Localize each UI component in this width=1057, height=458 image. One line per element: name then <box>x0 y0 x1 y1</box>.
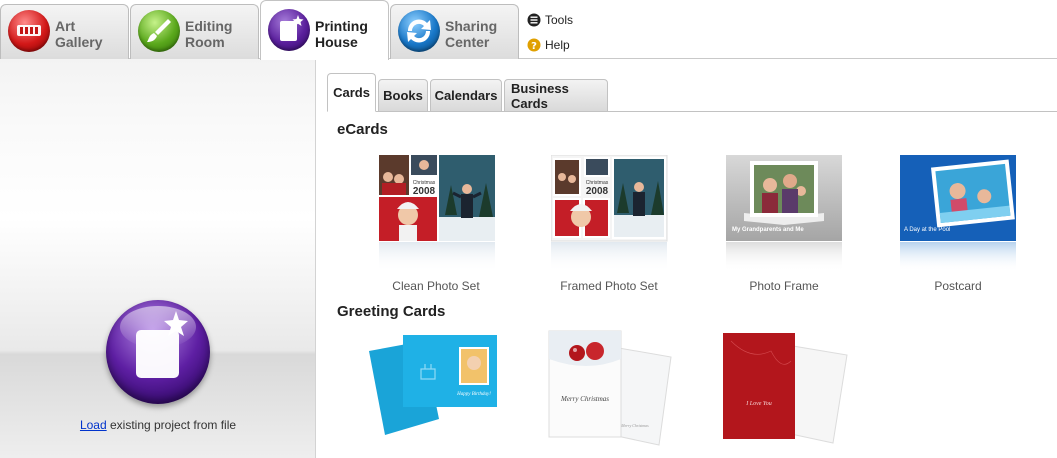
thumb-year-text: 2008 <box>413 186 436 197</box>
caption-clean-photo-set: Clean Photo Set <box>392 279 480 293</box>
thumb-merry-christmas-inside-text: Merry Christmas <box>620 423 649 428</box>
svg-text:?: ? <box>531 41 537 52</box>
postcard-thumbnail: A Day at the Pool <box>900 155 1016 272</box>
sharing-arrows-icon <box>398 10 440 52</box>
tab-business-cards[interactable]: Business Cards <box>504 79 608 112</box>
greeting-card-love[interactable]: I Love You <box>721 331 851 452</box>
thumb-year-text-2: 2008 <box>586 186 609 197</box>
load-project-rest: existing project from file <box>106 418 237 432</box>
tools-label: Tools <box>545 13 574 27</box>
main-content: Cards Books Calendars Business Cards eCa… <box>327 59 1057 458</box>
caption-postcard: Postcard <box>934 279 982 293</box>
printing-house-icon <box>268 9 310 51</box>
framed-photo-set-thumbnail: Christmas 2008 <box>550 154 668 272</box>
section-title-ecards: eCards <box>337 121 388 138</box>
ecard-clean-photo-set[interactable]: Christmas 2008 <box>379 155 497 278</box>
tools-list-icon <box>527 13 541 27</box>
printing-house-large-icon <box>106 300 210 404</box>
ecard-postcard[interactable]: A Day at the Pool <box>900 155 1018 278</box>
thumb-grandparents-text: My Grandparents and Me <box>732 227 804 233</box>
load-project-link[interactable]: Load <box>80 418 107 432</box>
paintbrush-icon <box>138 10 180 52</box>
tab-printing-house-label: Printing House <box>315 18 368 50</box>
thumb-merry-christmas-text: Merry Christmas <box>560 395 609 403</box>
greeting-card-christmas[interactable]: Merry Christmas Merry Christmas <box>547 329 677 452</box>
love-card-thumbnail: I Love You <box>723 333 848 444</box>
ecard-photo-frame[interactable]: My Grandparents and Me <box>726 155 844 278</box>
tab-editing-room[interactable]: Editing Room <box>130 4 259 59</box>
help-link[interactable]: ? Help <box>527 37 570 53</box>
photo-frame-thumbnail: My Grandparents and Me <box>726 155 842 272</box>
tab-sharing-center-label: Sharing Center <box>445 18 498 50</box>
sub-tab-bar: Cards Books Calendars Business Cards <box>327 73 1057 112</box>
birthday-card-thumbnail: Happy Birthday! <box>369 335 497 435</box>
load-project-text: Load existing project from file <box>0 418 316 432</box>
tab-sharing-center[interactable]: Sharing Center <box>390 4 519 59</box>
tab-art-gallery[interactable]: Art Gallery <box>0 4 129 59</box>
art-gallery-icon <box>8 10 50 52</box>
tab-art-gallery-label: Art Gallery <box>55 18 103 50</box>
thumb-pool-text: A Day at the Pool <box>904 227 950 233</box>
tab-calendars[interactable]: Calendars <box>430 79 502 112</box>
caption-photo-frame: Photo Frame <box>749 279 819 293</box>
tools-menu[interactable]: Tools <box>527 12 573 28</box>
left-sidebar: Load existing project from file <box>0 59 316 458</box>
christmas-card-thumbnail: Merry Christmas Merry Christmas <box>548 330 672 446</box>
thumb-birthday-text: Happy Birthday! <box>456 392 491 397</box>
caption-framed-photo-set: Framed Photo Set <box>560 279 658 293</box>
clean-photo-set-thumbnail: Christmas 2008 <box>379 155 495 272</box>
tab-cards[interactable]: Cards <box>327 73 376 112</box>
help-question-icon: ? <box>527 38 541 52</box>
thumb-love-text: I Love You <box>745 401 771 407</box>
tab-editing-room-label: Editing Room <box>185 18 233 50</box>
help-label: Help <box>545 38 570 52</box>
tab-books[interactable]: Books <box>378 79 428 112</box>
greeting-card-birthday[interactable]: Happy Birthday! <box>363 331 503 446</box>
ecard-framed-photo-set[interactable]: Christmas 2008 <box>550 154 669 278</box>
section-title-greeting-cards: Greeting Cards <box>337 303 446 320</box>
tab-printing-house[interactable]: Printing House <box>260 0 389 60</box>
top-navigation: ArtGallery EditingRoom PrintingHouse <box>0 0 1057 60</box>
